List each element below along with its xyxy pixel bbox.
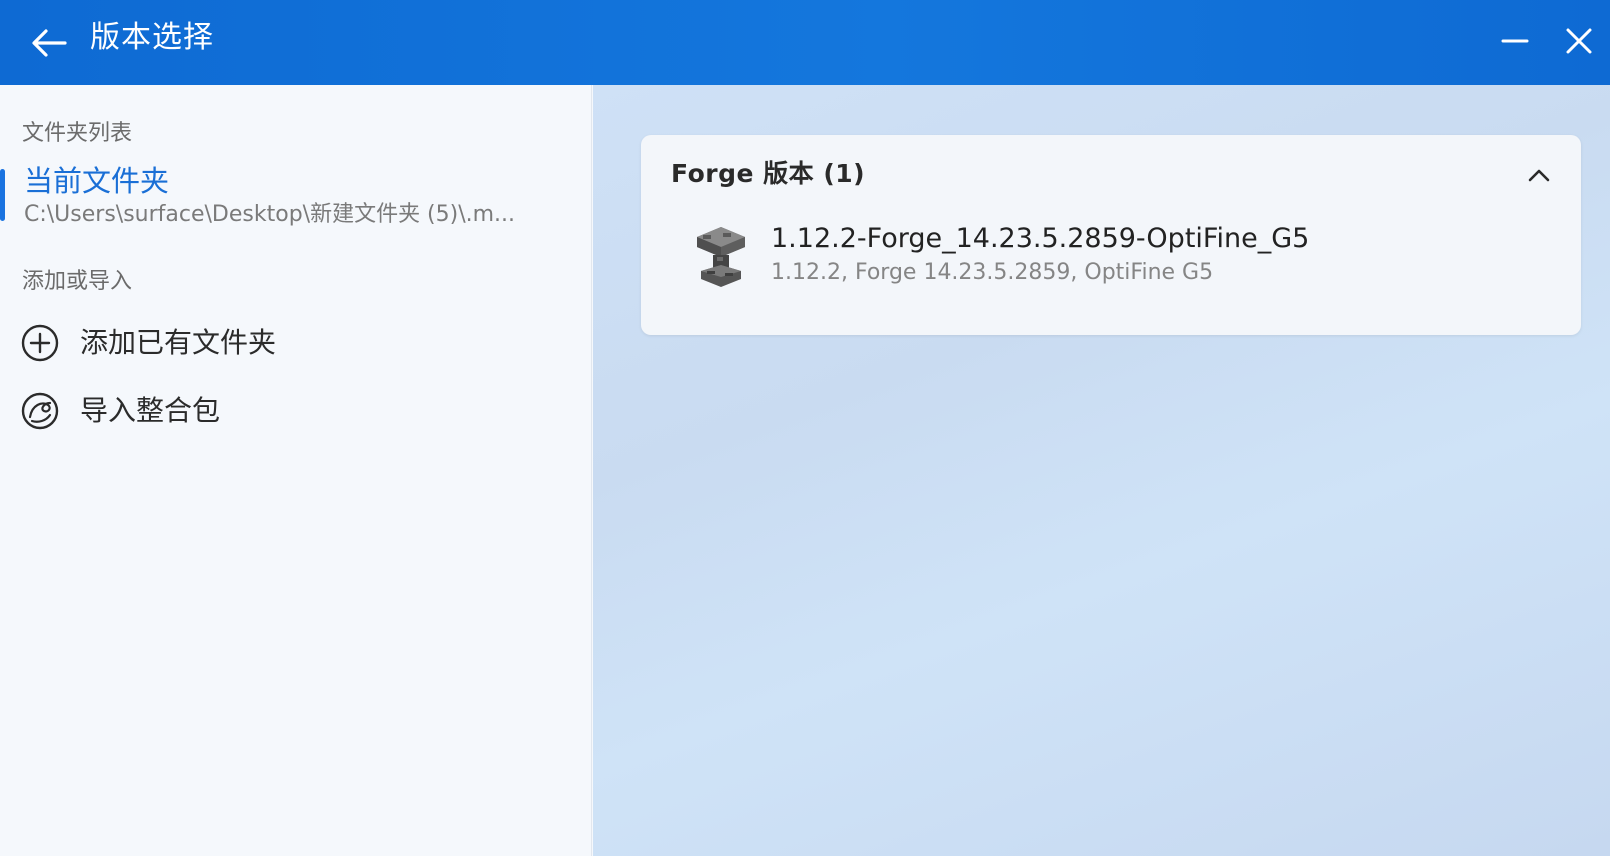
close-icon <box>1566 28 1592 54</box>
selection-indicator <box>0 169 5 221</box>
minimize-button[interactable] <box>1488 14 1542 68</box>
title-bar: 版本选择 <box>0 0 1610 85</box>
minimize-icon <box>1501 39 1529 43</box>
add-existing-folder-button[interactable]: 添加已有文件夹 <box>0 313 592 373</box>
version-item[interactable]: 1.12.2-Forge_14.23.5.2859-OptiFine_G5 1.… <box>661 221 1561 301</box>
add-existing-folder-label: 添加已有文件夹 <box>80 326 277 359</box>
import-modpack-label: 导入整合包 <box>80 394 221 427</box>
sidebar: 文件夹列表 当前文件夹 C:\Users\surface\Desktop\新建文… <box>0 85 592 856</box>
add-circle-icon <box>21 324 59 362</box>
folder-list-label: 文件夹列表 <box>22 121 133 146</box>
close-button[interactable] <box>1552 14 1606 68</box>
back-button[interactable] <box>22 16 76 70</box>
chevron-up-icon <box>1528 169 1550 182</box>
modpack-import-icon <box>21 392 59 430</box>
current-folder-path: C:\Users\surface\Desktop\新建文件夹 (5)\.m... <box>24 202 516 227</box>
add-import-label: 添加或导入 <box>22 269 133 294</box>
window-title: 版本选择 <box>90 20 214 55</box>
group-title: Forge 版本 (1) <box>671 159 866 188</box>
anvil-block-icon <box>697 227 745 287</box>
version-name: 1.12.2-Forge_14.23.5.2859-OptiFine_G5 <box>771 223 1310 254</box>
arrow-left-icon <box>32 29 67 57</box>
sidebar-item-current-folder[interactable]: 当前文件夹 C:\Users\surface\Desktop\新建文件夹 (5)… <box>0 163 592 227</box>
version-description: 1.12.2, Forge 14.23.5.2859, OptiFine G5 <box>771 260 1214 285</box>
main-content: Forge 版本 (1) 1.12.2-Forge_14.23.5.2859-O… <box>593 85 1610 856</box>
import-modpack-button[interactable]: 导入整合包 <box>0 381 592 441</box>
collapse-button[interactable] <box>1521 157 1557 193</box>
forge-version-group: Forge 版本 (1) 1.12.2-Forge_14.23.5.2859-O… <box>641 135 1581 335</box>
current-folder-name: 当前文件夹 <box>24 164 170 198</box>
